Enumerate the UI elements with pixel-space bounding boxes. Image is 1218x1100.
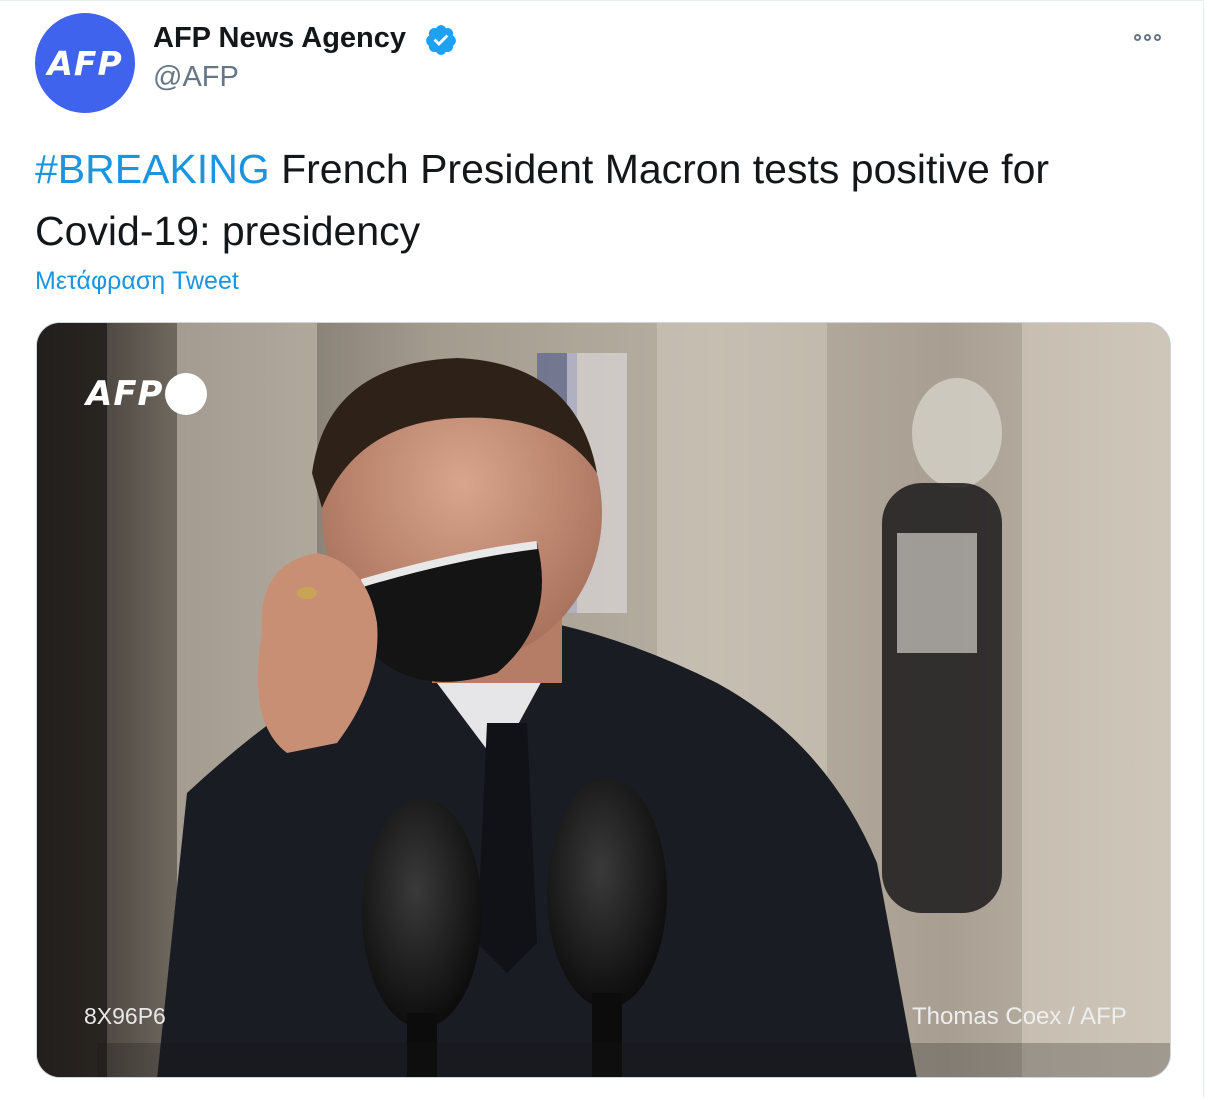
hashtag-link[interactable]: #BREAKING — [35, 146, 270, 192]
translate-tweet-link[interactable]: Μετάφραση Tweet — [35, 267, 239, 296]
photo-credit: Thomas Coex / AFP — [912, 1003, 1127, 1030]
photo-watermark-dot — [165, 373, 208, 415]
photo-watermark-text: AFP — [86, 374, 164, 414]
author-display-name[interactable]: AFP News Agency — [153, 22, 406, 55]
tweet-text: #BREAKING French President Macron tests … — [35, 138, 1165, 262]
avatar[interactable]: AFP — [35, 13, 135, 113]
more-dot — [1134, 33, 1141, 41]
tweet-card: AFP AFP News Agency @AFP #BREAKING Frenc… — [0, 0, 1204, 1098]
more-options-icon[interactable] — [1134, 27, 1174, 47]
verified-badge-icon — [426, 25, 456, 55]
more-dot — [1154, 33, 1161, 41]
photo-illustration — [37, 323, 1170, 1077]
more-dot — [1144, 33, 1151, 41]
author-handle[interactable]: @AFP — [153, 61, 239, 94]
photo-id-label: 8X96P6 — [84, 1003, 166, 1029]
avatar-logo-text: AFP — [47, 43, 123, 83]
photo-watermark-logo: AFP — [86, 373, 208, 415]
tweet-photo[interactable] — [36, 322, 1171, 1078]
